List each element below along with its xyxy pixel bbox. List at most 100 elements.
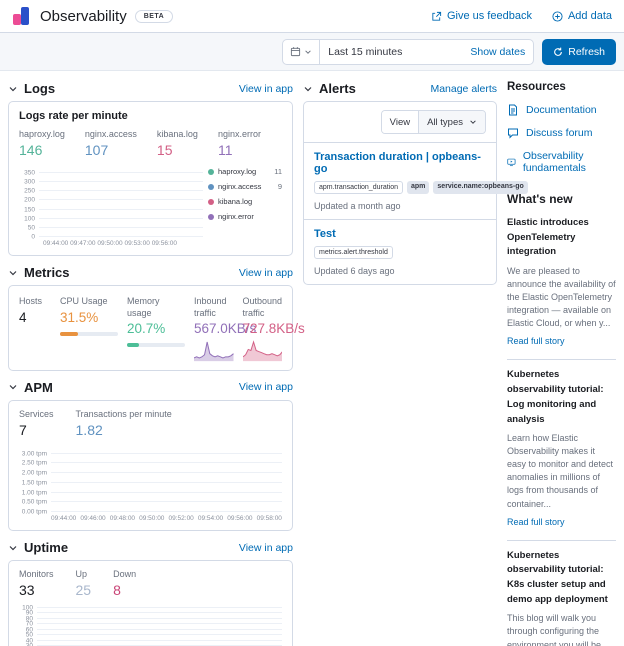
discuss-icon	[507, 127, 519, 139]
training-icon	[507, 156, 516, 168]
manage-alerts-link[interactable]: Manage alerts	[430, 83, 497, 95]
y-axis: 050100150200250300350	[19, 165, 39, 237]
metrics-collapse-chevron-icon[interactable]	[8, 268, 18, 278]
legend-item-nginx-access[interactable]: nginx.access 9	[208, 182, 282, 191]
time-range-value[interactable]: Last 15 minutes	[320, 46, 462, 58]
y-tick-label: 200	[24, 197, 35, 204]
alert-title-link[interactable]: Transaction duration | opbeans-go	[314, 151, 486, 175]
metrics-section-header: Metrics View in app	[8, 265, 293, 280]
app-header: Observability BETA Give us feedback Add …	[0, 0, 624, 33]
y-tick-label: 350	[24, 169, 35, 176]
x-axis: 09:44:0009:47:0009:50:0009:53:0009:56:00	[39, 240, 203, 247]
apm-collapse-chevron-icon[interactable]	[8, 382, 18, 392]
stat-label: Up	[76, 569, 92, 580]
stat-label: Memory usage	[127, 296, 185, 319]
page-title: Observability	[40, 8, 127, 25]
logo-blue-bar	[21, 7, 29, 25]
y-tick-label: 1.50 tpm	[22, 479, 47, 486]
give-feedback-link[interactable]: Give us feedback	[431, 10, 532, 22]
y-tick-label: 1.00 tpm	[22, 489, 47, 496]
uptime-view-in-app-link[interactable]: View in app	[239, 542, 293, 554]
legend-item-nginx-error[interactable]: nginx.error	[208, 212, 282, 221]
uptime-chart: 010203040506070809010009:44:0009:46:0009…	[19, 604, 282, 646]
read-full-story-link[interactable]: Read full story	[507, 517, 565, 527]
header-links: Give us feedback Add data	[431, 10, 612, 22]
divider	[304, 219, 496, 220]
metrics-section-title: Metrics	[24, 265, 70, 280]
legend-label: nginx.error	[218, 212, 254, 221]
stat-value: 567.0KB/s	[194, 321, 234, 336]
documentation-link[interactable]: Documentation	[507, 104, 616, 116]
x-axis: 09:44:0009:46:0009:48:0009:50:0009:52:00…	[51, 515, 282, 522]
alert-type-select[interactable]: All types	[419, 111, 485, 133]
alert-updated: Updated 6 days ago	[314, 266, 486, 276]
inbound-traffic-sparkline	[194, 338, 234, 362]
apm-stats: Services 7 Transactions per minute 1.82	[19, 409, 282, 438]
resources-title: Resources	[507, 81, 616, 93]
uptime-card: Monitors 33 Up 25 Down 8 010203040506070…	[8, 560, 293, 646]
alerts-collapse-chevron-icon[interactable]	[303, 84, 313, 94]
chevron-down-icon	[304, 48, 312, 56]
apm-view-in-app-link[interactable]: View in app	[239, 381, 293, 393]
uptime-stat-down: Down 8	[113, 569, 136, 598]
news-article: Kubernetes observability tutorial: Log m…	[507, 360, 616, 540]
stat-value: 146	[19, 142, 65, 158]
apm-section-header: APM View in app	[8, 380, 293, 395]
chevron-down-icon	[469, 118, 477, 126]
legend-value: 11	[274, 167, 282, 176]
alerts-type-filter[interactable]: View All types	[381, 110, 486, 134]
logs-view-in-app-link[interactable]: View in app	[239, 83, 293, 95]
x-tick-label: 09:56:00	[152, 240, 177, 247]
y-axis: 0102030405060708090100	[19, 604, 37, 646]
y-tick-label: 2.00 tpm	[22, 470, 47, 477]
refresh-button[interactable]: Refresh	[542, 39, 616, 65]
stat-label: Down	[113, 569, 136, 580]
legend-dot-icon	[208, 199, 214, 205]
alerts-filter-row: View All types	[314, 110, 486, 134]
y-tick-label: 0.50 tpm	[22, 499, 47, 506]
plot-area	[37, 604, 282, 646]
y-tick-label: 100	[22, 605, 33, 612]
logo-pink-bar	[13, 14, 21, 25]
quick-select-menu[interactable]	[283, 40, 320, 64]
uptime-collapse-chevron-icon[interactable]	[8, 543, 18, 553]
give-feedback-label: Give us feedback	[447, 10, 532, 22]
logs-stat-nginx-access: nginx.access 107	[85, 129, 137, 158]
y-tick-label: 50	[28, 225, 35, 232]
stat-label: nginx.access	[85, 129, 137, 140]
alert-title-link[interactable]: Test	[314, 228, 486, 240]
outbound-traffic-sparkline	[243, 338, 283, 362]
plot-area	[39, 165, 203, 237]
stat-value: 20.7%	[127, 321, 185, 336]
logs-chart-wrap: 05010015020025030035009:44:0009:47:0009:…	[19, 165, 282, 247]
add-data-label: Add data	[568, 10, 612, 22]
beta-badge: BETA	[135, 10, 174, 23]
legend-label: kibana.log	[218, 197, 252, 206]
logs-chart-legend: haproxy.log 11 nginx.access 9 kibana.log	[203, 167, 282, 247]
memory-progress-fill	[127, 343, 139, 347]
add-data-link[interactable]: Add data	[552, 10, 612, 22]
discuss-forum-link[interactable]: Discuss forum	[507, 127, 616, 139]
legend-item-kibana[interactable]: kibana.log	[208, 197, 282, 206]
metrics-card: Hosts 4 CPU Usage 31.5% Memory usage 20.…	[8, 285, 293, 371]
stat-value: 7	[19, 422, 54, 438]
logs-card: Logs rate per minute haproxy.log 146 ngi…	[8, 101, 293, 256]
logs-collapse-chevron-icon[interactable]	[8, 84, 18, 94]
uptime-stats: Monitors 33 Up 25 Down 8	[19, 569, 282, 598]
stat-label: Services	[19, 409, 54, 420]
legend-item-haproxy[interactable]: haproxy.log 11	[208, 167, 282, 176]
alerts-section-header: Alerts Manage alerts	[303, 81, 497, 96]
x-tick-label: 09:48:00	[110, 515, 135, 522]
logs-stat-kibana: kibana.log 15	[157, 129, 198, 158]
stat-label: Outbound traffic	[243, 296, 283, 319]
article-title: Kubernetes observability tutorial: Log m…	[507, 368, 616, 427]
show-dates-link[interactable]: Show dates	[462, 46, 533, 58]
metrics-view-in-app-link[interactable]: View in app	[239, 267, 293, 279]
x-tick-label: 09:44:00	[43, 240, 68, 247]
observability-fundamentals-link[interactable]: Observability fundamentals	[507, 150, 616, 174]
logs-card-title: Logs rate per minute	[19, 110, 282, 122]
news-article: Elastic introduces OpenTelemetry integra…	[507, 208, 616, 360]
metrics-stat-cpu: CPU Usage 31.5%	[60, 296, 118, 362]
news-article: Kubernetes observability tutorial: K8s c…	[507, 541, 616, 646]
read-full-story-link[interactable]: Read full story	[507, 336, 565, 346]
